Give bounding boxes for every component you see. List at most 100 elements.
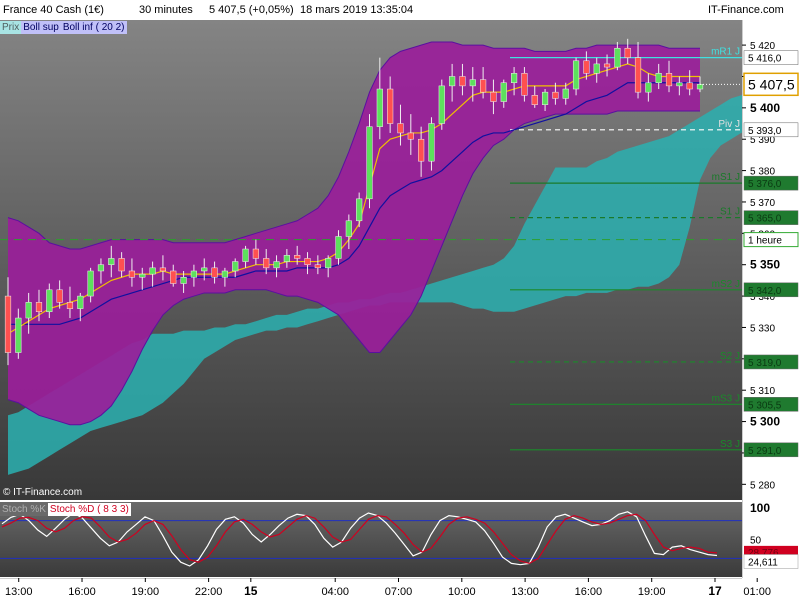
- candle-body: [139, 273, 146, 278]
- price-tick-label: 5 300: [750, 415, 780, 429]
- candle-body: [686, 82, 693, 90]
- price-tick-label: 5 370: [750, 198, 775, 209]
- last-price-label: 5 407,5: [748, 76, 795, 92]
- time-tick-label: 13:00: [5, 586, 33, 598]
- candle-body: [4, 295, 12, 353]
- level-value-label: 5 305,5: [748, 400, 782, 411]
- candle-body: [614, 47, 621, 68]
- legend-stoch-d[interactable]: Stoch %D ( 8 3 3): [47, 503, 131, 516]
- candle-body: [128, 270, 136, 278]
- candle-body: [366, 126, 373, 200]
- price-chart-panel[interactable]: mR1 J Piv J mS1 J S1 J mS2 J S2 J mS3 J S3 J: [0, 20, 800, 500]
- time-tick-label: 10:00: [448, 586, 476, 598]
- legend-prix[interactable]: Prix: [0, 21, 22, 34]
- level-name-3: S1 J: [720, 207, 740, 218]
- candle-body: [190, 270, 198, 278]
- candle-body: [531, 95, 538, 105]
- candle-body: [273, 261, 280, 269]
- candle-body: [541, 91, 549, 105]
- candle-body: [35, 302, 43, 313]
- indicator-legend: Prix Boll sup Boll inf ( 20 2): [0, 21, 127, 34]
- level-name-5: S2 J: [720, 351, 740, 362]
- candle-body: [77, 295, 84, 309]
- candle-body: [304, 258, 311, 265]
- candle-body: [469, 79, 476, 87]
- candle-body: [108, 258, 115, 265]
- price-tick-label: 5 310: [750, 386, 775, 397]
- candle-body: [263, 258, 270, 269]
- time-axis-svg: 13:00 16:00 19:00 22:00 15 04:00 07:00 10:00 13:…: [0, 577, 771, 598]
- candle-body: [397, 123, 404, 134]
- candle-body: [696, 84, 704, 90]
- time-tick-label: 01:00: [743, 586, 771, 598]
- candle-body: [345, 220, 352, 237]
- candle-body: [480, 79, 487, 93]
- candle-body: [325, 258, 332, 269]
- timeframe-label: 30 minutes: [139, 4, 193, 16]
- candle-body: [603, 63, 611, 68]
- candle-body: [521, 73, 528, 96]
- brand-label: IT-Finance.com: [708, 4, 784, 16]
- level-name-4: mS2 J: [712, 279, 740, 290]
- time-tick-label: 19:00: [638, 586, 666, 598]
- candle-body: [655, 73, 662, 83]
- time-tick-label: 19:00: [132, 586, 160, 598]
- candle-body: [583, 60, 590, 74]
- time-axis[interactable]: 13:00 16:00 19:00 22:00 15 04:00 07:00 10:00 13:…: [0, 577, 800, 600]
- price-tick-label: 5 350: [750, 258, 780, 272]
- candle-body: [572, 60, 580, 90]
- time-tick-label: 13:00: [511, 586, 539, 598]
- time-tick-label: 04:00: [321, 586, 349, 598]
- candle-body: [283, 255, 290, 262]
- candle-body: [624, 47, 631, 58]
- level-value-label: 5 416,0: [748, 54, 782, 65]
- level-value-label: 5 393,0: [748, 126, 782, 137]
- candle-body: [87, 270, 94, 297]
- candle-body: [552, 91, 559, 99]
- candle: [366, 114, 373, 209]
- stochastic-legend: Stoch %K Stoch %D ( 8 3 3): [0, 503, 131, 516]
- candle-body: [25, 302, 32, 319]
- stoch-k-value-label: 24,611: [748, 557, 778, 568]
- legend-boll-sup[interactable]: Boll sup: [21, 21, 61, 34]
- time-tick-label: 15: [244, 584, 258, 598]
- price-tick-label: 5 400: [750, 101, 780, 115]
- price-tick-label: 5 280: [750, 480, 775, 491]
- candle-body: [97, 264, 105, 272]
- candle-body: [335, 236, 342, 259]
- candle: [438, 79, 445, 130]
- price-axis[interactable]: 5 2805 2905 3005 3105 3205 3305 3405 350…: [741, 20, 800, 580]
- candle-body: [418, 138, 425, 162]
- candle-body: [232, 261, 239, 272]
- price-chart-svg: mR1 J Piv J mS1 J S1 J mS2 J S2 J mS3 J S3 J: [0, 20, 800, 500]
- level-value-label: 5 342,0: [748, 286, 782, 297]
- candle-body: [428, 123, 435, 162]
- hour-marker-label: 1 heure: [748, 236, 782, 247]
- time-tick-label: 07:00: [385, 586, 413, 598]
- candle-body: [356, 198, 363, 222]
- price-tick-label: 5 330: [750, 323, 775, 334]
- candle-body: [593, 63, 600, 74]
- legend-stoch-k[interactable]: Stoch %K: [0, 503, 48, 516]
- level-name-6: mS3 J: [712, 393, 740, 404]
- time-tick-label: 16:00: [575, 586, 603, 598]
- last-quote: 5 407,5 (+0,05%): [209, 4, 294, 16]
- stoch-tick-label: 100: [750, 501, 770, 515]
- price-axis-svg: 5 2805 2905 3005 3105 3205 3305 3405 350…: [741, 20, 799, 580]
- candle-body: [500, 82, 507, 102]
- candle-body: [562, 88, 569, 99]
- legend-boll-inf[interactable]: Boll inf ( 20 2): [60, 21, 127, 34]
- candle-body: [676, 82, 683, 87]
- level-name-2: mS1 J: [712, 172, 740, 183]
- candle-body: [645, 82, 652, 93]
- candle-body: [211, 267, 218, 278]
- candle-body: [387, 88, 394, 124]
- level-value-label: 5 376,0: [748, 179, 782, 190]
- candle-body: [180, 277, 187, 284]
- candle-body: [449, 76, 456, 87]
- candle-body: [294, 255, 301, 259]
- time-tick-label: 22:00: [195, 586, 223, 598]
- level-value-label: 5 365,0: [748, 214, 782, 225]
- candle-body: [665, 73, 673, 87]
- candle-body: [490, 91, 497, 102]
